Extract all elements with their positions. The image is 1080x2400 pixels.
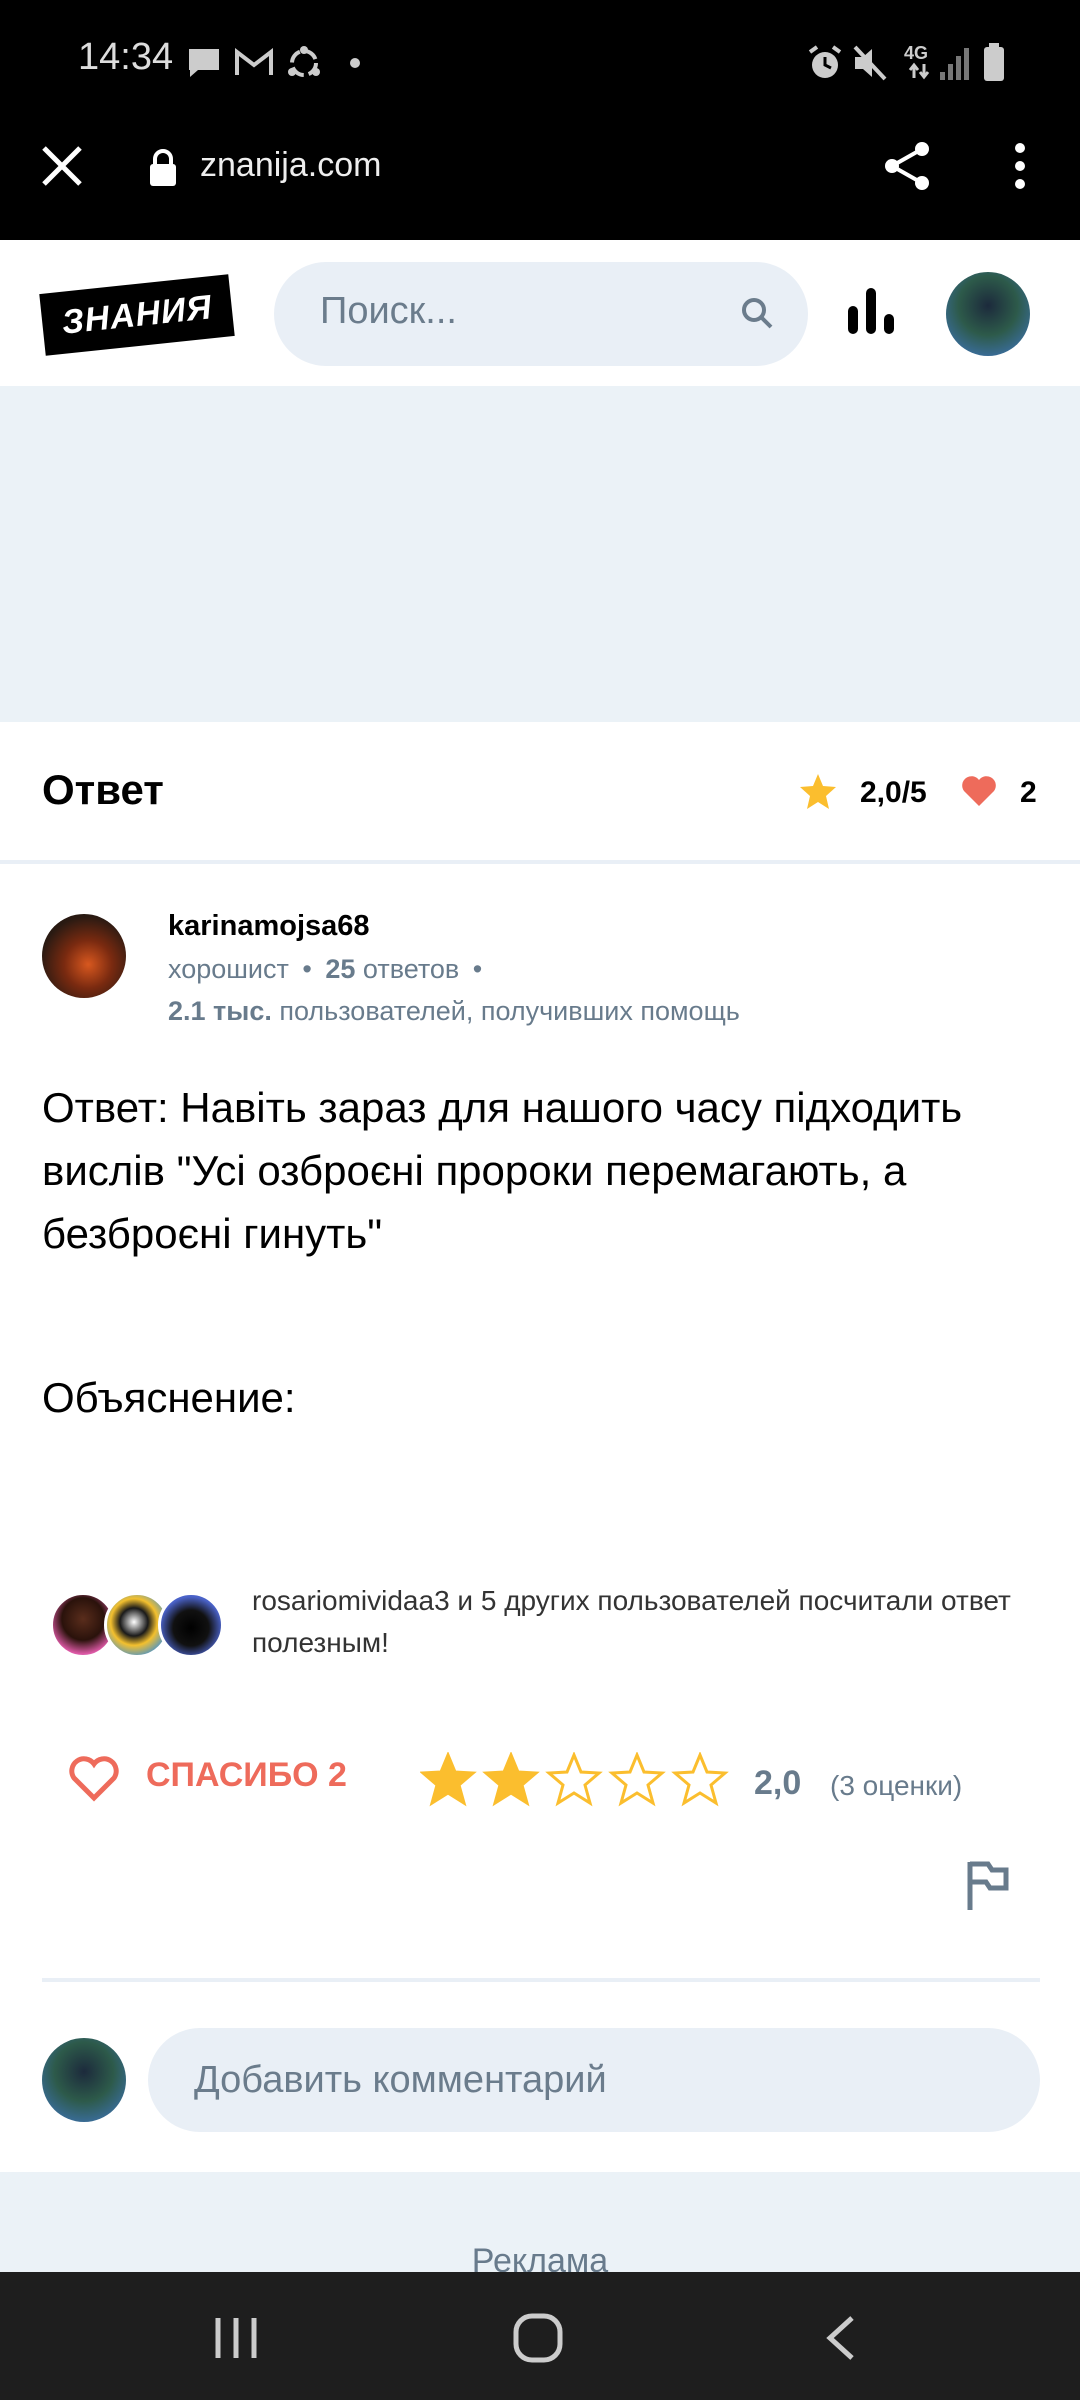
- author-avatar[interactable]: [42, 914, 126, 998]
- score-count: (3 оценки): [830, 1770, 963, 1801]
- thanks-heart-icon[interactable]: [68, 1756, 120, 1802]
- signal-icon: [940, 48, 969, 80]
- rating-stars[interactable]: [420, 1752, 730, 1808]
- score-value: 2,0: [754, 1764, 802, 1802]
- url-text[interactable]: znanija.com: [200, 146, 381, 185]
- helpful-text: rosariomividaa3 и 5 других пользователей…: [252, 1585, 1011, 1658]
- data-arrows-icon: [908, 62, 930, 80]
- star-4-icon[interactable]: [608, 1752, 666, 1807]
- thanks-button[interactable]: СПАСИБО 2: [146, 1756, 347, 1795]
- search-input[interactable]: Поиск...: [320, 290, 457, 333]
- home-icon[interactable]: [512, 2312, 564, 2364]
- comment-input[interactable]: [148, 2028, 1040, 2132]
- search-icon[interactable]: [740, 296, 774, 330]
- answers-count: 25: [325, 954, 356, 984]
- gmail-icon: [235, 48, 273, 75]
- flag-icon[interactable]: [964, 1858, 1012, 1912]
- rating-value: 2,0/5: [860, 776, 927, 809]
- helped-label: пользователей, получивших помощь: [279, 996, 740, 1026]
- author-helped-line: 2.1 тыс. пользователей, получивших помощ…: [168, 996, 740, 1027]
- share-icon[interactable]: [882, 140, 934, 192]
- section-divider: [0, 860, 1080, 864]
- author-name[interactable]: karinamojsa68: [168, 910, 370, 943]
- alarm-icon: [808, 45, 842, 78]
- star-icon: [800, 774, 836, 809]
- close-icon[interactable]: [40, 144, 84, 188]
- user-avatar[interactable]: [946, 272, 1030, 356]
- answers-label: ответов: [362, 954, 460, 984]
- likes-count: 2: [1020, 776, 1037, 809]
- author-rank: хорошист: [168, 954, 289, 984]
- star-2-icon[interactable]: [482, 1752, 540, 1807]
- hub-icon: [288, 46, 320, 77]
- answer-text: Ответ: Навіть зараз для нашого часу підх…: [42, 1084, 974, 1257]
- helped-count: 2.1 тыс.: [168, 996, 272, 1026]
- helper-avatar-3: [158, 1592, 224, 1658]
- recent-apps-icon[interactable]: [212, 2316, 260, 2360]
- star-3-icon[interactable]: [545, 1752, 603, 1807]
- mute-icon: [853, 45, 887, 81]
- stats-icon[interactable]: [846, 286, 898, 338]
- comments-divider: [42, 1978, 1040, 1982]
- more-vert-icon[interactable]: [1010, 142, 1030, 192]
- chat-icon: [189, 49, 219, 77]
- dot-icon: [350, 58, 360, 68]
- back-icon[interactable]: [822, 2314, 858, 2362]
- author-meta-line: хорошист • 25 ответов •: [168, 954, 483, 984]
- star-5-icon[interactable]: [671, 1752, 729, 1807]
- status-time: 14:34: [78, 36, 174, 78]
- star-1-icon[interactable]: [420, 1752, 477, 1807]
- comment-avatar: [42, 2038, 126, 2122]
- lock-icon: [150, 149, 176, 186]
- heart-icon: [962, 776, 996, 806]
- battery-icon: [984, 43, 1004, 81]
- ad-placeholder: [0, 386, 1080, 722]
- explanation-label: Объяснение:: [42, 1374, 296, 1421]
- network-label: 4G: [904, 43, 929, 63]
- answer-title: Ответ: [42, 766, 164, 813]
